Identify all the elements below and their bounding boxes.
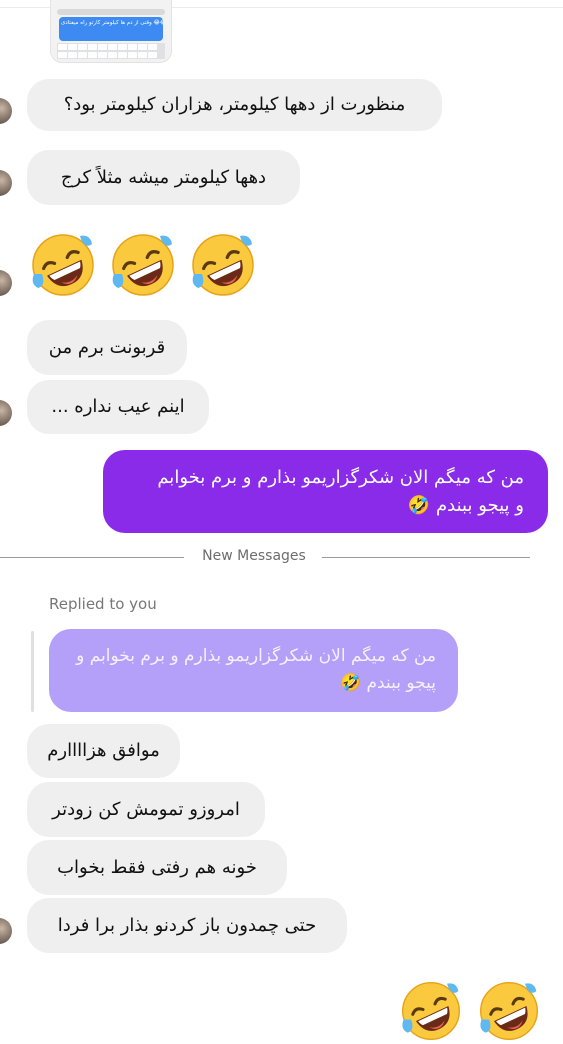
rofl-emoji-icon: [188, 230, 258, 300]
received-message[interactable]: حتی چمدون باز کردنو بذار برا فردا: [27, 898, 347, 953]
message-text: امروزو تمومش کن زودتر: [52, 798, 240, 820]
replied-to-you-label: Replied to you: [49, 595, 157, 613]
reply-indicator-bar: [31, 631, 34, 712]
message-text: دهها کیلومتر میشه مثلاً کرج: [60, 166, 267, 188]
rofl-emoji-icon: [398, 978, 464, 1044]
received-message[interactable]: قربونت برم من: [27, 320, 187, 375]
new-messages-divider-right: [322, 557, 530, 558]
thumbnail-header: [57, 9, 165, 15]
received-message[interactable]: اینم عیب نداره ...: [27, 380, 209, 434]
sender-avatar[interactable]: [0, 170, 12, 196]
quoted-text-line: پیجو ببندم 🤣: [339, 673, 436, 693]
sender-avatar[interactable]: [0, 98, 12, 124]
rofl-emoji-icon: [108, 230, 178, 300]
thumbnail-keyboard: [57, 43, 165, 59]
rofl-emoji-icon: [476, 978, 542, 1044]
message-text: اینم عیب نداره ...: [51, 396, 185, 417]
sent-message[interactable]: من که میگم الان شکرگزاریمو بذارم و برم ب…: [103, 450, 548, 533]
sender-avatar[interactable]: [0, 270, 12, 296]
message-text: حتی چمدون باز کردنو بذار برا فردا: [57, 914, 317, 936]
quoted-text-line: من که میگم الان شکرگزاریمو بذارم و برم ب…: [76, 646, 436, 666]
message-text: خونه هم رفتی فقط بخواب: [57, 856, 257, 878]
received-message[interactable]: امروزو تمومش کن زودتر: [27, 782, 265, 837]
quoted-message[interactable]: من که میگم الان شکرگزاریمو بذارم و برم ب…: [49, 629, 458, 712]
thumbnail-caption: وقتی از دم ها کیلومتر کارتو راه میفتادی …: [61, 20, 163, 26]
received-message[interactable]: دهها کیلومتر میشه مثلاً کرج: [27, 150, 300, 205]
new-messages-label: New Messages: [202, 548, 306, 564]
message-text: موافق هزاااارم: [47, 740, 160, 761]
shared-screenshot-thumbnail[interactable]: وقتی از دم ها کیلومتر کارتو راه میفتادی …: [50, 0, 172, 63]
message-text-line: و پیجو ببندم 🤣: [407, 495, 524, 516]
sender-avatar[interactable]: [0, 918, 12, 944]
emoji-reaction-message[interactable]: [28, 230, 258, 300]
received-message[interactable]: منظورت از دهها کیلومتر، هزاران کیلومتر ب…: [27, 79, 442, 131]
message-text: منظورت از دهها کیلومتر، هزاران کیلومتر ب…: [63, 94, 406, 115]
rofl-emoji-icon: [28, 230, 98, 300]
thumbnail-bubble: وقتی از دم ها کیلومتر کارتو راه میفتادی …: [59, 17, 163, 41]
message-text-line: من که میگم الان شکرگزاریمو بذارم و برم ب…: [157, 467, 524, 488]
new-messages-divider-left: [0, 557, 184, 558]
received-message[interactable]: موافق هزاااارم: [27, 724, 180, 778]
message-text: قربونت برم من: [48, 336, 166, 358]
received-message[interactable]: خونه هم رفتی فقط بخواب: [27, 840, 287, 895]
sender-avatar[interactable]: [0, 400, 12, 426]
